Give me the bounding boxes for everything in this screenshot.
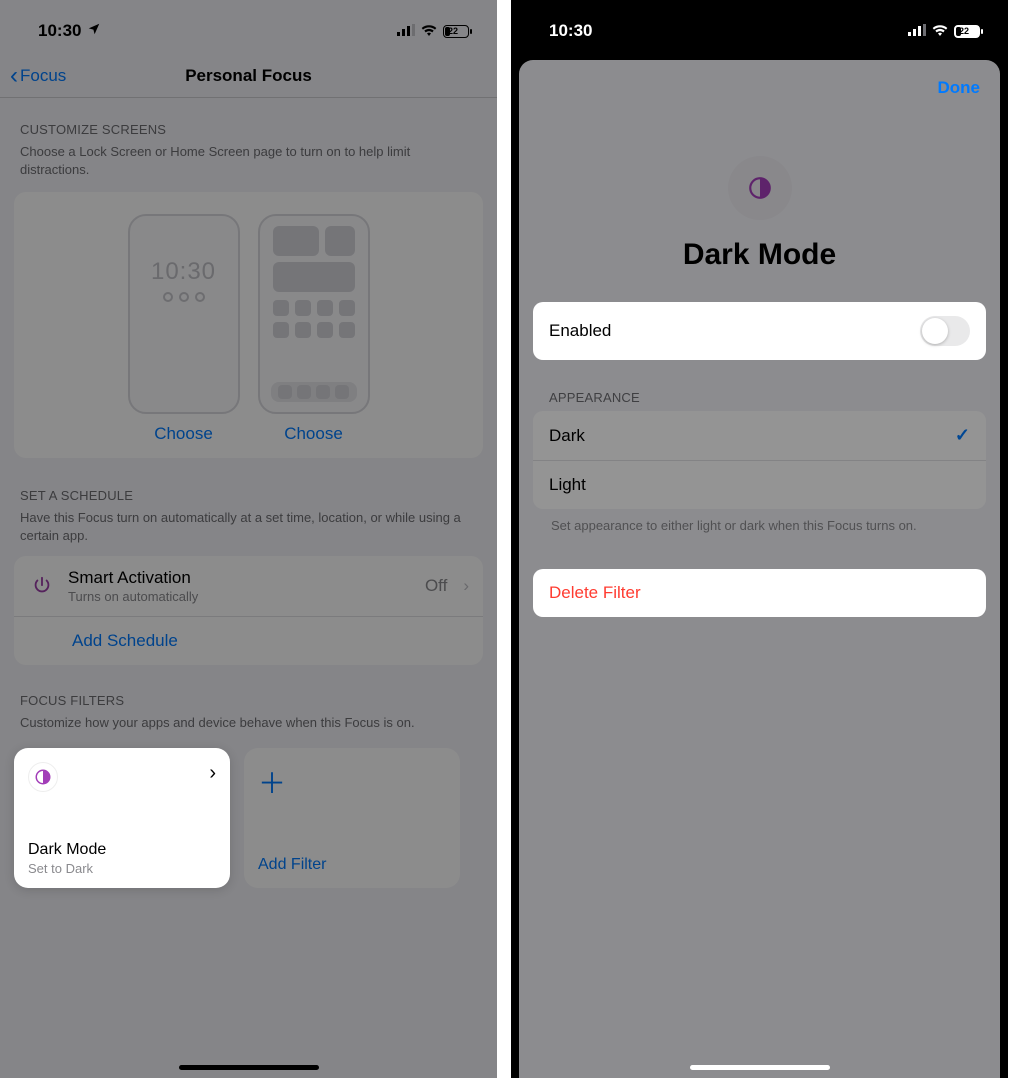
choose-lock-button[interactable]: Choose [154,424,213,444]
customize-header: CUSTOMIZE SCREENS [0,98,497,141]
status-time: 10:30 [38,21,81,41]
appearance-footer: Set appearance to either light or dark w… [533,509,986,535]
back-label: Focus [20,66,66,86]
status-bar: 10:30 22 [511,0,1008,54]
lock-screen-preview[interactable]: 10:30 [128,214,240,414]
cellular-icon [397,21,415,41]
check-icon: ✓ [955,425,970,446]
appearance-option-light[interactable]: Light [533,460,986,509]
filter-card-sub: Set to Dark [28,861,216,876]
location-icon [87,21,101,41]
filter-card-title: Dark Mode [28,841,216,859]
done-button[interactable]: Done [938,78,981,98]
add-filter-card[interactable]: ＋ Add Filter [244,748,460,888]
option-label: Light [549,475,586,495]
filters-header: FOCUS FILTERS [0,669,497,712]
battery-icon: 22 [443,25,469,38]
power-icon [28,575,56,597]
page-title: Personal Focus [0,66,497,86]
plus-icon: ＋ [258,762,446,802]
choose-home-button[interactable]: Choose [284,424,343,444]
screens-card: 10:30 Choose Choose [14,192,483,458]
right-phone: 10:30 22 Done Dark Mo [511,0,1008,1078]
schedule-desc: Have this Focus turn on automatically at… [0,507,497,552]
enabled-row[interactable]: Enabled [533,302,986,360]
smart-activation-value: Off [425,576,447,596]
add-filter-label: Add Filter [258,856,446,874]
filters-desc: Customize how your apps and device behav… [0,712,497,740]
chevron-right-icon: › [463,576,469,596]
appearance-option-dark[interactable]: Dark ✓ [533,411,986,460]
home-indicator[interactable] [690,1065,830,1070]
status-bar: 10:30 22 [0,0,497,54]
dark-mode-filter-card[interactable]: › Dark Mode Set to Dark [14,748,230,888]
status-time: 10:30 [549,21,592,41]
wifi-icon [421,21,437,41]
dark-mode-icon [28,762,58,792]
nav-bar: ‹ Focus Personal Focus [0,54,497,98]
chevron-left-icon: ‹ [10,64,18,88]
chevron-right-icon: › [209,762,216,785]
battery-icon: 22 [954,25,980,38]
home-indicator[interactable] [179,1065,319,1070]
smart-activation-title: Smart Activation [68,568,413,588]
left-phone: 10:30 22 ‹ Focus [0,0,497,1078]
add-schedule-button[interactable]: Add Schedule [14,616,483,665]
wifi-icon [932,21,948,41]
enabled-toggle[interactable] [920,316,970,346]
customize-desc: Choose a Lock Screen or Home Screen page… [0,141,497,186]
delete-filter-button[interactable]: Delete Filter [533,569,986,617]
dark-mode-icon [728,156,792,220]
enabled-label: Enabled [549,321,611,341]
lock-clock: 10:30 [151,258,216,286]
dark-mode-sheet: Done Dark Mode Enabled APPEARANCE Dark [519,60,1000,1078]
appearance-list: Dark ✓ Light [533,411,986,509]
sheet-title: Dark Mode [683,238,836,272]
appearance-header: APPEARANCE [519,360,1000,409]
option-label: Dark [549,426,585,446]
home-screen-preview[interactable] [258,214,370,414]
smart-activation-row[interactable]: Smart Activation Turns on automatically … [14,556,483,616]
schedule-card: Smart Activation Turns on automatically … [14,556,483,665]
cellular-icon [908,21,926,41]
smart-activation-sub: Turns on automatically [68,589,413,604]
back-button[interactable]: ‹ Focus [10,64,66,88]
schedule-header: SET A SCHEDULE [0,464,497,507]
